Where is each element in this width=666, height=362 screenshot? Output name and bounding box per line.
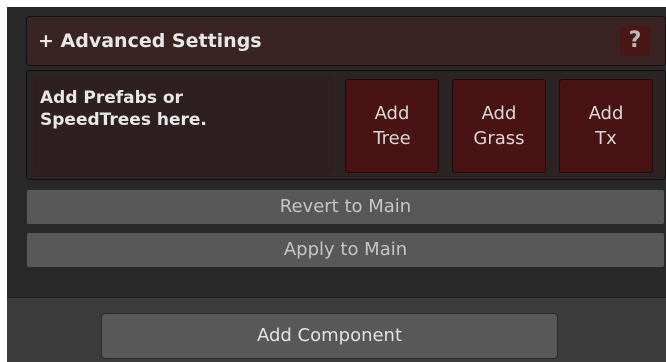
revert-to-main-button[interactable]: Revert to Main (26, 189, 665, 225)
add-grass-button[interactable]: Add Grass (452, 79, 546, 173)
add-component-button[interactable]: Add Component (101, 313, 558, 359)
prefab-drop-zone[interactable]: Add Prefabs or SpeedTrees here. (33, 77, 333, 174)
help-button[interactable]: ? (620, 26, 650, 56)
advanced-settings-header[interactable]: + Advanced Settings ? (26, 16, 666, 66)
drop-zone-instructions: Add Prefabs or SpeedTrees here. (40, 88, 207, 130)
add-tree-button[interactable]: Add Tree (345, 79, 439, 173)
add-texture-button[interactable]: Add Tx (559, 79, 653, 173)
apply-to-main-button[interactable]: Apply to Main (26, 232, 665, 268)
prefab-drop-box: Add Prefabs or SpeedTrees here. Add Tree… (26, 70, 666, 180)
advanced-settings-title: + Advanced Settings (38, 30, 262, 52)
